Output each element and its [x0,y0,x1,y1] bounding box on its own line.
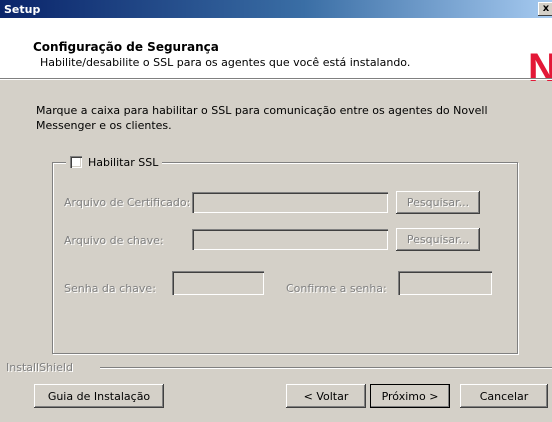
cancel-button[interactable]: Cancelar [460,384,548,408]
installation-guide-label: Guia de Instalação [47,389,151,403]
certificate-file-field [192,192,388,213]
browse-certificate-button: Pesquisar... [396,191,480,214]
certificate-file-label: Arquivo de Certificado: [64,196,191,209]
ssl-checkbox-row[interactable]: Habilitar SSL [66,154,163,170]
enable-ssl-label[interactable]: Habilitar SSL [88,156,158,169]
confirm-password-field [398,271,492,295]
browse-key-button: Pesquisar... [396,228,480,251]
key-password-field [172,271,264,295]
cancel-label: Cancelar [479,389,529,403]
back-button[interactable]: < Voltar [286,384,366,408]
browse-key-label: Pesquisar... [406,233,470,246]
title-bar: Setup x [0,0,552,18]
installshield-divider [100,367,552,369]
page-title: Configuração de Segurança [33,40,219,54]
close-icon: x [542,3,550,14]
confirm-password-label: Confirme a senha: [286,282,387,295]
key-file-field [192,229,388,250]
page-subtitle: Habilite/desabilite o SSL para os agente… [40,56,411,69]
header-panel: Configuração de Segurança Habilite/desab… [0,18,552,88]
window-title: Setup [4,3,41,16]
close-button[interactable]: x [538,2,552,16]
next-label: Próximo > [381,389,439,403]
key-password-label: Senha da chave: [64,282,156,295]
next-button[interactable]: Próximo > [370,384,450,408]
enable-ssl-checkbox[interactable] [70,156,82,168]
browse-certificate-label: Pesquisar... [406,196,470,209]
installshield-label: InstallShield [6,361,73,374]
back-label: < Voltar [303,389,349,403]
novell-logo: N [528,46,552,90]
installation-guide-button[interactable]: Guia de Instalação [34,384,164,408]
instruction-text: Marque a caixa para habilitar o SSL para… [36,104,488,132]
key-file-label: Arquivo de chave: [64,234,164,247]
header-divider [0,78,552,80]
